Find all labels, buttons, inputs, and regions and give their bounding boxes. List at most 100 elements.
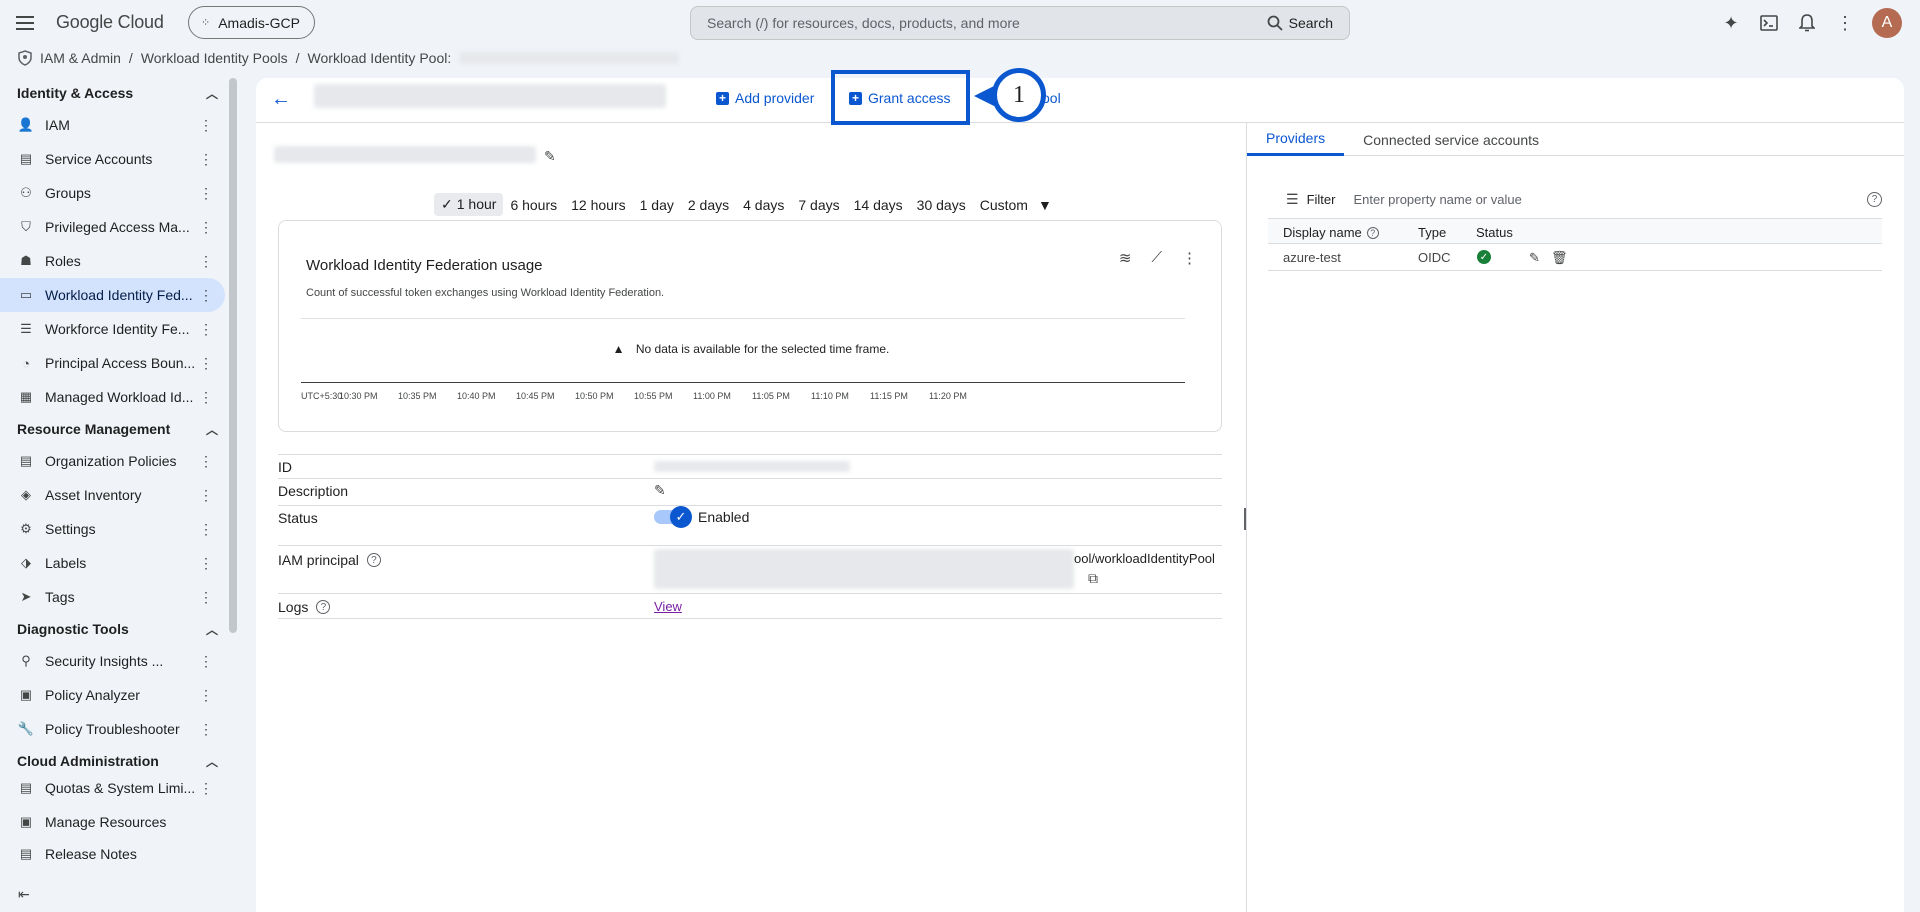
time-range-12-hours[interactable]: 12 hours [564,194,632,216]
time-range-14-days[interactable]: 14 days [847,194,910,216]
column-type[interactable]: Type [1418,225,1446,240]
kebab-menu-icon[interactable]: ⋮ [199,687,213,704]
more-options-icon[interactable]: ⋮ [1834,12,1856,34]
kebab-menu-icon[interactable]: ⋮ [199,453,213,470]
status-toggle[interactable]: ✓ [654,506,692,528]
chart-legend-icon[interactable]: ≋ [1119,249,1132,267]
section-header-identity-access[interactable]: Identity & Access ︿ [0,78,238,108]
table-row[interactable]: azure-test OIDC ✓ ✎ 🗑 [1268,244,1882,271]
chart-more-icon[interactable]: ⋮ [1182,249,1197,267]
kebab-menu-icon[interactable]: ⋮ [199,389,213,406]
section-header-diagnostic-tools[interactable]: Diagnostic Tools ︿ [0,614,238,644]
edit-pencil-icon[interactable]: ✎ [544,148,556,165]
time-range-7-days[interactable]: 7 days [791,194,846,216]
kebab-menu-icon[interactable]: ⋮ [199,219,213,236]
sidebar-item-label: Release Notes [45,846,137,862]
filter-input[interactable] [1353,191,1867,207]
kebab-menu-icon[interactable]: ⋮ [199,151,213,168]
account-avatar[interactable]: A [1872,8,1902,38]
back-arrow-icon[interactable]: ← [271,88,291,111]
breadcrumb-iam-admin[interactable]: IAM & Admin [40,50,121,66]
kebab-menu-icon[interactable]: ⋮ [199,721,213,738]
time-range-30-days[interactable]: 30 days [910,194,973,216]
collapse-sidebar-icon[interactable]: ⇤ [18,886,30,903]
gemini-sparkle-icon[interactable]: ✦ [1720,12,1742,34]
kebab-menu-icon[interactable]: ⋮ [199,653,213,670]
kebab-menu-icon[interactable]: ⋮ [199,321,213,338]
time-range-1-hour[interactable]: ✓ 1 hour [434,193,504,216]
search-placeholder[interactable]: Search (/) for resources, docs, products… [707,15,1267,31]
add-provider-button[interactable]: + Add provider [716,90,814,106]
sidebar-item-iam[interactable]: 👤 IAM ⋮ [0,108,225,142]
notifications-bell-icon[interactable] [1796,12,1818,34]
logs-view-link[interactable]: View [654,599,682,614]
tab-providers[interactable]: Providers [1247,123,1345,156]
time-range-2-days[interactable]: 2 days [681,194,736,216]
tab-connected-service-accounts[interactable]: Connected service accounts [1344,123,1558,156]
sidebar-item-privileged-access[interactable]: ⛉ Privileged Access Ma... ⋮ [0,210,225,244]
copy-icon[interactable]: ⧉ [1088,570,1098,587]
main-menu-icon[interactable] [14,12,36,34]
sidebar-item-groups[interactable]: ⚇ Groups ⋮ [0,176,225,210]
delete-provider-icon[interactable]: 🗑 [1551,250,1568,266]
time-range-1-day[interactable]: 1 day [633,194,681,216]
kebab-menu-icon[interactable]: ⋮ [199,117,213,134]
breadcrumb-workload-identity-pools[interactable]: Workload Identity Pools [141,50,288,66]
search-button[interactable]: Search [1267,15,1333,31]
sidebar-item-roles[interactable]: ☗ Roles ⋮ [0,244,225,278]
edit-description-icon[interactable]: ✎ [654,482,666,499]
column-status[interactable]: Status [1476,225,1513,240]
help-icon[interactable]: ? [366,553,381,567]
sidebar-item-asset-inventory[interactable]: ◈ Asset Inventory ⋮ [0,478,225,512]
kebab-menu-icon[interactable]: ⋮ [199,589,213,606]
kebab-menu-icon[interactable]: ⋮ [199,780,213,797]
sidebar-item-policy-analyzer[interactable]: ▣ Policy Analyzer ⋮ [0,678,225,712]
kebab-menu-icon[interactable]: ⋮ [199,185,213,202]
filter-help-icon[interactable]: ? [1867,191,1882,207]
sidebar-item-principal-access-boundary[interactable]: ◔ Principal Access Boun... ⋮ [0,346,225,380]
section-header-resource-management[interactable]: Resource Management ︿ [0,414,238,444]
redacted-principal [654,549,1074,589]
project-picker[interactable]: ⁘ Amadis-GCP [188,6,315,39]
help-icon[interactable]: ? [1366,226,1379,239]
sidebar-scrollbar[interactable] [229,78,237,633]
principal-suffix: ool/workloadIdentityPool [1074,551,1215,566]
google-cloud-logo[interactable]: Google Cloud [56,12,164,33]
section-header-cloud-administration[interactable]: Cloud Administration ︿ [0,746,238,776]
cloud-shell-icon[interactable] [1758,12,1780,34]
sidebar-item-manage-resources[interactable]: ▣ Manage Resources [0,808,225,836]
sidebar-item-workload-identity-federation[interactable]: ▭ Workload Identity Fed... ⋮ [0,278,225,312]
help-icon[interactable]: ? [316,600,331,614]
chart-tick-label: 10:40 PM [457,391,496,401]
column-display-name[interactable]: Display name? [1283,225,1379,240]
kebab-menu-icon[interactable]: ⋮ [199,555,213,572]
chart-explore-icon[interactable]: ⟋ [1151,249,1162,267]
kebab-menu-icon[interactable]: ⋮ [199,521,213,538]
sidebar-item-policy-troubleshooter[interactable]: 🔧 Policy Troubleshooter ⋮ [0,712,225,746]
kebab-menu-icon[interactable]: ⋮ [199,253,213,270]
sidebar-item-quotas[interactable]: ▤ Quotas & System Limi... ⋮ [0,776,225,798]
kebab-menu-icon[interactable]: ⋮ [199,355,213,372]
sidebar-item-settings[interactable]: ⚙ Settings ⋮ [0,512,225,546]
sidebar-item-managed-workload-identity[interactable]: ▦ Managed Workload Id... ⋮ [0,380,225,414]
sidebar-item-service-accounts[interactable]: ▤ Service Accounts ⋮ [0,142,225,176]
sidebar-item-labels[interactable]: ⬗ Labels ⋮ [0,546,225,580]
sidebar-item-security-insights[interactable]: ⚲ Security Insights ... ⋮ [0,644,225,678]
search-bar[interactable]: Search (/) for resources, docs, products… [690,6,1350,40]
kebab-menu-icon[interactable]: ⋮ [199,487,213,504]
sidebar-item-release-notes[interactable]: ▤ Release Notes [0,840,225,868]
redacted-pool-name [459,52,680,64]
sidebar-item-tags[interactable]: ➤ Tags ⋮ [0,580,225,614]
time-range-4-days[interactable]: 4 days [736,194,791,216]
sidebar-item-workforce-identity[interactable]: ☰ Workforce Identity Fe... ⋮ [0,312,225,346]
kebab-menu-icon[interactable]: ⋮ [199,287,213,304]
sidebar-item-label: Quotas & System Limi... [45,780,196,796]
time-range-6-hours[interactable]: 6 hours [503,194,564,216]
insights-icon: ⚲ [21,653,31,668]
edit-provider-icon[interactable]: ✎ [1529,250,1540,266]
time-range-custom-dropdown[interactable]: Custom ▼ [973,194,1059,216]
provider-display-name[interactable]: azure-test [1283,250,1341,265]
chevron-up-icon: ︿ [205,622,218,637]
sidebar-item-organization-policies[interactable]: ▤ Organization Policies ⋮ [0,444,225,478]
panel-resize-handle[interactable] [1244,508,1249,530]
